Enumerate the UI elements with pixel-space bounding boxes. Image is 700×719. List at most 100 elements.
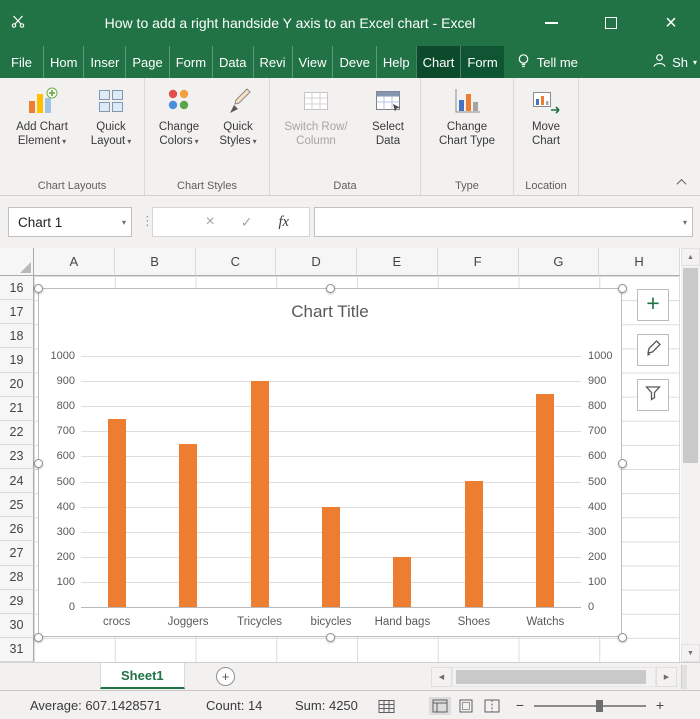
column-header-b[interactable]: B — [114, 248, 196, 276]
collapse-ribbon-button[interactable] — [672, 175, 690, 189]
minimize-button[interactable] — [522, 0, 580, 46]
name-box-dropdown-icon[interactable]: ▾ — [122, 218, 126, 227]
change-colors-button[interactable]: Change Colors ▾ — [148, 80, 210, 178]
ribbon-tab-hom-1[interactable]: Hom — [42, 46, 83, 78]
row-header-21[interactable]: 21 — [0, 396, 34, 421]
chart-selection-handle[interactable] — [618, 458, 627, 468]
horizontal-scrollbar-thumb[interactable] — [456, 670, 646, 684]
zoom-in-button[interactable]: + — [652, 697, 668, 713]
name-box[interactable]: Chart 1 ▾ — [8, 207, 132, 237]
chart-selection-handle[interactable] — [34, 458, 43, 468]
normal-view-button[interactable] — [429, 697, 451, 715]
ribbon-tab-view-7[interactable]: View — [291, 46, 333, 78]
paintbrush-icon — [644, 339, 662, 362]
horizontal-scrollbar[interactable] — [452, 667, 656, 687]
zoom-slider[interactable] — [534, 700, 646, 712]
share-button[interactable]: Sh ▾ — [644, 46, 700, 78]
ribbon-tab-chart-10[interactable]: Chart — [415, 46, 461, 78]
chart-title[interactable]: Chart Title — [39, 302, 621, 322]
chart-styles-button[interactable] — [637, 334, 669, 366]
chart-filters-button[interactable] — [637, 379, 669, 411]
add-sheet-button[interactable]: + — [216, 667, 235, 686]
chart-bar-crocs[interactable] — [107, 419, 126, 607]
hscroll-right-button[interactable]: ▶ — [656, 667, 677, 687]
row-header-18[interactable]: 18 — [0, 324, 34, 349]
row-header-20[interactable]: 20 — [0, 372, 34, 397]
add-chart-element-button[interactable]: Add Chart Element ▾ — [3, 80, 81, 178]
quick-styles-button[interactable]: Quick Styles ▾ — [210, 80, 266, 178]
quick-layout-button[interactable]: Quick Layout ▾ — [81, 80, 141, 178]
chart-selection-handle[interactable] — [618, 633, 627, 642]
row-header-27[interactable]: 27 — [0, 541, 34, 566]
formula-bar-expand-icon[interactable]: ▾ — [683, 218, 687, 227]
ribbon-tab-page-3[interactable]: Page — [125, 46, 168, 78]
zoom-slider-thumb[interactable] — [596, 700, 603, 712]
change-chart-type-button[interactable]: Change Chart Type — [424, 80, 510, 178]
chart-selection-handle[interactable] — [618, 284, 627, 293]
chart-object[interactable]: Chart Title 1000 1000 900 900 800 800 700 700 60… — [34, 284, 627, 642]
switch-row-column-button[interactable]: Switch Row/Column — [273, 80, 359, 178]
row-header-24[interactable]: 24 — [0, 469, 34, 494]
scroll-down-button[interactable]: ▼ — [681, 644, 700, 662]
chart-selection-handle[interactable] — [34, 284, 43, 293]
chart-selection-handle[interactable] — [326, 633, 335, 642]
vertical-scrollbar[interactable]: ▲ ▼ — [681, 248, 700, 662]
ribbon-tab-file-0[interactable]: File — [0, 46, 43, 78]
ribbon-tab-revi-6[interactable]: Revi — [252, 46, 292, 78]
row-header-26[interactable]: 26 — [0, 517, 34, 542]
row-header-17[interactable]: 17 — [0, 300, 34, 325]
maximize-button[interactable] — [582, 0, 640, 46]
row-header-29[interactable]: 29 — [0, 589, 34, 614]
chart-bar-watchs[interactable] — [536, 394, 555, 607]
column-header-f[interactable]: F — [437, 248, 519, 276]
column-header-e[interactable]: E — [357, 248, 438, 276]
chart-bar-hand-bags[interactable] — [393, 557, 412, 607]
row-header-31[interactable]: 31 — [0, 637, 34, 662]
formula-input[interactable]: ▾ — [314, 207, 693, 237]
y-axis-left-label: 600 — [56, 450, 75, 463]
column-header-c[interactable]: C — [195, 248, 277, 276]
row-header-22[interactable]: 22 — [0, 420, 34, 445]
row-header-28[interactable]: 28 — [0, 565, 34, 590]
chart-elements-button[interactable]: + — [637, 289, 669, 321]
select-data-button[interactable]: Select Data — [359, 80, 417, 178]
cell-mode-grid-icon[interactable] — [375, 697, 397, 715]
row-header-30[interactable]: 30 — [0, 613, 34, 638]
enter-button[interactable]: ✓ — [241, 215, 253, 229]
ribbon-tab-deve-8[interactable]: Deve — [332, 46, 375, 78]
column-header-g[interactable]: G — [518, 248, 600, 276]
chart-bar-bicycles[interactable] — [322, 507, 340, 607]
page-layout-view-button[interactable] — [455, 697, 477, 715]
chart-selection-handle[interactable] — [34, 633, 43, 642]
sheet-tab-sheet1[interactable]: Sheet1 — [100, 663, 185, 689]
tell-me-button[interactable]: Tell me — [506, 46, 588, 78]
row-header-25[interactable]: 25 — [0, 493, 34, 518]
ribbon-tab-data-5[interactable]: Data — [212, 46, 252, 78]
insert-function-button[interactable]: fx — [279, 214, 289, 231]
row-header-19[interactable]: 19 — [0, 348, 34, 373]
select-all-button[interactable] — [0, 248, 34, 276]
scroll-up-button[interactable]: ▲ — [681, 248, 700, 266]
zoom-out-button[interactable]: − — [512, 697, 528, 713]
scissors-icon[interactable] — [10, 13, 30, 33]
chart-bar-tricycles[interactable] — [250, 381, 269, 607]
ribbon-tab-inser-2[interactable]: Inser — [83, 46, 125, 78]
cancel-button[interactable]: × — [205, 214, 214, 230]
close-button[interactable]: × — [642, 0, 700, 46]
tab-splitter-handle[interactable] — [681, 665, 687, 689]
row-header-16[interactable]: 16 — [0, 276, 34, 301]
ribbon-tab-help-9[interactable]: Help — [375, 46, 416, 78]
column-header-d[interactable]: D — [276, 248, 357, 276]
ribbon-tab-form-4[interactable]: Form — [168, 46, 212, 78]
page-break-view-button[interactable] — [481, 697, 503, 715]
vertical-scrollbar-thumb[interactable] — [683, 268, 698, 463]
chart-bar-shoes[interactable] — [464, 481, 483, 607]
hscroll-left-button[interactable]: ◀ — [431, 667, 452, 687]
chart-selection-handle[interactable] — [326, 284, 335, 293]
row-header-23[interactable]: 23 — [0, 444, 34, 469]
chart-bar-joggers[interactable] — [179, 444, 198, 607]
ribbon-tab-form-11[interactable]: Form — [460, 46, 504, 78]
move-chart-button[interactable]: Move Chart — [517, 80, 575, 178]
column-header-h[interactable]: H — [599, 248, 680, 276]
column-header-a[interactable]: A — [34, 248, 115, 276]
